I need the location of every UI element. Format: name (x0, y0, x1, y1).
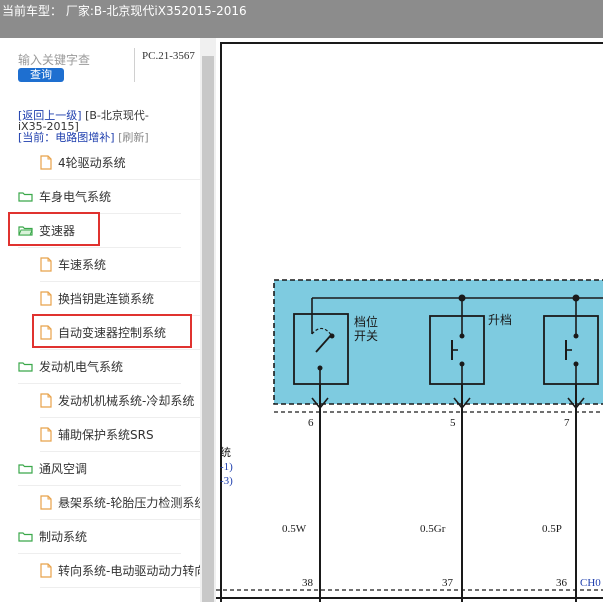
tree-item-label: 辅助保护系统SRS (58, 427, 154, 442)
connector-label: CH0 (580, 577, 601, 589)
row-divider (18, 553, 181, 554)
document-icon (40, 154, 52, 170)
switch-contact (459, 333, 465, 339)
pin-number: 6 (308, 417, 314, 429)
tree-item-label: 车身电气系统 (39, 189, 112, 204)
pin-number: 5 (450, 417, 456, 429)
tree-item[interactable]: 辅助保护系统SRS (40, 420, 202, 448)
row-divider (18, 383, 181, 384)
row-divider (40, 587, 202, 588)
pin-number: 7 (564, 417, 570, 429)
tree-item-label: 车速系统 (58, 257, 107, 272)
breadcrumb: [返回上一级] [B-北京现代- iX35-2015] [当前：电路图增补] [… (18, 110, 198, 143)
sidebar: 查询 PC.21-3567 [返回上一级] [B-北京现代- iX35-2015… (0, 38, 216, 602)
tree-item-label: 发动机机械系统-冷却系统 (58, 393, 195, 408)
tree-item[interactable]: 换挡钥匙连锁系统 (40, 284, 202, 312)
folder-icon (18, 463, 33, 474)
row-divider (18, 247, 181, 248)
connector-pin-number: 38 (302, 577, 314, 589)
current-model-title: 当前车型： 厂家:B-北京现代iX352015-2016 (2, 4, 247, 18)
folder-icon (18, 191, 33, 202)
tree-item[interactable]: 4轮驱动系统 (40, 148, 202, 176)
document-icon (40, 290, 52, 306)
tree-item[interactable]: 转向系统-电动驱动动力转向 (40, 556, 202, 584)
refresh-link[interactable]: [刷新] (118, 131, 149, 144)
search-input[interactable] (18, 52, 128, 68)
partial-label: 统 (220, 446, 231, 459)
document-icon (40, 494, 52, 510)
pc-code: PC.21-3567 (142, 50, 195, 62)
row-divider (40, 417, 202, 418)
tree-item-label: 制动系统 (39, 529, 88, 544)
folder-icon (18, 361, 33, 372)
switch-label: 开关 (354, 329, 378, 343)
document-icon (40, 392, 52, 408)
junction-dot (572, 294, 580, 302)
tree-folder[interactable]: 车身电气系统 (18, 182, 181, 210)
partial-label: -3) (220, 475, 233, 487)
highlight-box (32, 314, 192, 348)
tree-item-label: 悬架系统-轮胎压力检测系统 (58, 495, 202, 510)
search-button[interactable]: 查询 (18, 68, 64, 82)
tree-item-label: 转向系统-电动驱动动力转向 (58, 563, 202, 578)
circuit-diagram: 档位 开关 升档 6 5 7 统 -1) -3) 0.5W 0.5Gr 0.5P… (216, 279, 603, 602)
row-divider (40, 281, 202, 282)
row-divider (40, 451, 202, 452)
connector-pin-number: 36 (556, 577, 568, 589)
tree-folder[interactable]: 发动机电气系统 (18, 352, 181, 380)
tree-folder[interactable]: 通风空调 (18, 454, 181, 482)
row-divider (40, 519, 202, 520)
wire-spec: 0.5P (542, 523, 562, 535)
wire-spec: 0.5W (282, 523, 307, 535)
document-icon (40, 426, 52, 442)
top-bar: 当前车型： 厂家:B-北京现代iX352015-2016 (0, 0, 603, 38)
connector-pin-number: 37 (442, 577, 454, 589)
document-icon (40, 562, 52, 578)
switch-contact (329, 333, 335, 339)
row-divider (18, 485, 181, 486)
sidebar-scrollbar[interactable] (200, 38, 216, 602)
folder-icon (18, 531, 33, 542)
breadcrumb-parent[interactable]: [B-北京现代- (85, 109, 149, 122)
tree-item[interactable]: 发动机机械系统-冷却系统 (40, 386, 202, 414)
upshift-label: 升档 (488, 313, 512, 327)
tree-folder[interactable]: 制动系统 (18, 522, 181, 550)
switch-contact (573, 333, 579, 339)
tree-item-label: 换挡钥匙连锁系统 (58, 291, 155, 306)
divider (134, 48, 135, 82)
tree-item-label: 通风空调 (39, 461, 88, 476)
breadcrumb-current: [当前：电路图增补] (18, 131, 115, 144)
tree-item[interactable]: 车速系统 (40, 250, 202, 278)
tree-item-label: 发动机电气系统 (39, 359, 124, 374)
document-icon (40, 256, 52, 272)
junction-dot (458, 294, 466, 302)
diagram-viewer: 档位 开关 升档 6 5 7 统 -1) -3) 0.5W 0.5Gr 0.5P… (216, 38, 603, 602)
row-divider (40, 179, 202, 180)
row-divider (40, 349, 202, 350)
wire-spec: 0.5Gr (420, 523, 446, 535)
scrollbar-thumb[interactable] (202, 56, 214, 602)
highlight-box (8, 212, 100, 246)
tree-item[interactable]: 悬架系统-轮胎压力检测系统 (40, 488, 202, 516)
partial-label: -1) (220, 461, 233, 473)
switch-label: 档位 (354, 314, 378, 329)
tree-item-label: 4轮驱动系统 (58, 155, 126, 170)
